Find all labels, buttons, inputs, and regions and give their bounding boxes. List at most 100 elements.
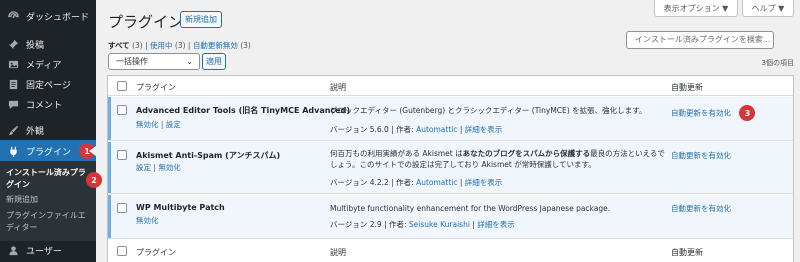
auto-update-cell: 自動更新を有効化 bbox=[671, 150, 731, 161]
menu-media[interactable]: メディア bbox=[0, 54, 96, 74]
plugin-actions: 無効化 bbox=[136, 215, 159, 226]
apply-label: 適用 bbox=[206, 57, 222, 66]
plugin-name: WP Multibyte Patch bbox=[136, 203, 225, 212]
view-details-link[interactable]: 詳細を表示 bbox=[477, 220, 515, 229]
menu-users[interactable]: ユーザー bbox=[0, 240, 96, 260]
menu-users-label: ユーザー bbox=[26, 246, 62, 257]
menu-posts-label: 投稿 bbox=[26, 40, 45, 51]
filter-auto-disabled-count: (3) bbox=[240, 41, 251, 50]
comment-icon bbox=[0, 99, 26, 110]
table-footer: プラグイン 説明 自動更新 bbox=[108, 240, 793, 262]
filter-active-count: (3) bbox=[174, 41, 186, 50]
row-checkbox[interactable] bbox=[117, 203, 127, 213]
meta-separator: | bbox=[459, 125, 463, 134]
filter-all-count: (3) bbox=[132, 41, 143, 50]
plugin-description: 何百万もの利用実績がある Akismet はあなたのブログをスパムから保護する最… bbox=[330, 148, 666, 170]
help-label: ヘルプ ▼ bbox=[751, 3, 785, 13]
view-details-link[interactable]: 詳細を表示 bbox=[465, 125, 503, 134]
plugin-icon bbox=[0, 146, 26, 157]
main-content: 表示オプション ▼ ヘルプ ▼ プラグイン 新規追加 すべて (3) | 使用中… bbox=[96, 0, 800, 262]
menu-plugins-label: プラグイン bbox=[26, 147, 72, 158]
submenu-add-new[interactable]: 新規追加 bbox=[6, 194, 92, 206]
author-link[interactable]: Automattic bbox=[416, 178, 457, 187]
submenu-add-new-label: 新規追加 bbox=[6, 195, 38, 204]
col-description: 説明 bbox=[330, 248, 346, 257]
item-count: 3個の項目 bbox=[761, 59, 794, 67]
add-new-plugin-button[interactable]: 新規追加 bbox=[180, 11, 222, 28]
help-button[interactable]: ヘルプ ▼ bbox=[742, 0, 794, 17]
apply-button[interactable]: 適用 bbox=[202, 53, 226, 70]
auto-update-cell: 自動更新を有効化 bbox=[671, 203, 731, 214]
filter-all[interactable]: すべて bbox=[108, 41, 130, 50]
plugins-submenu: インストール済みプラグイン 2 新規追加 プラグインファイルエディター bbox=[0, 161, 102, 241]
dashboard-icon bbox=[0, 10, 26, 22]
page-title: プラグイン bbox=[108, 13, 184, 31]
plugin-meta: バージョン 4.2.2 | 作者: Automattic | 詳細を表示 bbox=[330, 177, 502, 188]
media-icon bbox=[0, 59, 26, 70]
row-checkbox[interactable] bbox=[117, 105, 127, 115]
bulk-action-select[interactable]: 一括操作 ⌄ bbox=[108, 53, 200, 70]
settings-link[interactable]: 設定 bbox=[136, 163, 151, 172]
plugin-name: Akismet Anti-Spam (アンチスパム) bbox=[136, 151, 281, 160]
col-plugin: プラグイン bbox=[136, 83, 176, 92]
menu-plugins[interactable]: プラグイン 1 bbox=[0, 140, 96, 162]
menu-posts[interactable]: 投稿 bbox=[0, 34, 96, 54]
chevron-down-icon: ⌄ bbox=[186, 57, 193, 66]
author-label: 作者: bbox=[396, 125, 414, 134]
plugin-version: バージョン 2.9 bbox=[330, 220, 382, 229]
filter-separator: | bbox=[187, 41, 191, 50]
add-new-label: 新規追加 bbox=[185, 15, 217, 24]
deactivate-link[interactable]: 無効化 bbox=[158, 163, 181, 172]
filter-active[interactable]: 使用中 bbox=[150, 41, 173, 50]
menu-media-label: メディア bbox=[26, 60, 62, 71]
plugins-step-badge: 1 bbox=[79, 143, 96, 159]
screen-options-label: 表示オプション ▼ bbox=[663, 3, 729, 13]
view-details-link[interactable]: 詳細を表示 bbox=[465, 178, 503, 187]
table-row: Advanced Editor Tools (旧名 TinyMCE Advanc… bbox=[108, 97, 793, 141]
filter-auto-updates-disabled[interactable]: 自動更新無効 bbox=[193, 41, 238, 50]
plugin-description: ブロックエディター (Gutenberg) とクラシックエディター (TinyM… bbox=[330, 106, 647, 115]
brush-icon bbox=[0, 125, 26, 136]
menu-comments[interactable]: コメント bbox=[0, 94, 96, 114]
menu-dashboard-label: ダッシュボード bbox=[26, 12, 90, 23]
select-all-checkbox[interactable] bbox=[117, 246, 127, 256]
enable-auto-update-link[interactable]: 自動更新を有効化 bbox=[671, 151, 731, 160]
enable-auto-update-link[interactable]: 自動更新を有効化 bbox=[671, 109, 731, 118]
plugin-version: バージョン 4.2.2 bbox=[330, 178, 389, 187]
enable-auto-update-link[interactable]: 自動更新を有効化 bbox=[671, 204, 731, 213]
author-link[interactable]: Automattic bbox=[416, 125, 457, 134]
plugin-description: Multibyte functionality enhancement for … bbox=[330, 204, 611, 213]
menu-appearance[interactable]: 外観 bbox=[0, 120, 96, 140]
menu-pages-label: 固定ページ bbox=[26, 80, 71, 91]
action-separator: | bbox=[160, 120, 164, 129]
submenu-editor-label: プラグインファイルエディター bbox=[6, 211, 86, 232]
meta-separator: | bbox=[391, 125, 394, 134]
plugin-actions: 設定 | 無効化 bbox=[136, 162, 181, 173]
plugin-status-filters: すべて (3) | 使用中 (3) | 自動更新無効 (3) bbox=[108, 40, 251, 51]
menu-dashboard[interactable]: ダッシュボード bbox=[0, 6, 96, 26]
search-placeholder: インストール済みプラグインを検索... bbox=[635, 35, 771, 44]
row-checkbox[interactable] bbox=[117, 150, 127, 160]
auto-update-cell: 自動更新を有効化 3 bbox=[671, 105, 756, 121]
plugin-search-input[interactable]: インストール済みプラグインを検索... bbox=[626, 31, 774, 49]
submenu-installed-plugins[interactable]: インストール済みプラグイン bbox=[6, 167, 92, 191]
select-all-checkbox[interactable] bbox=[117, 81, 127, 91]
author-link[interactable]: Seisuke Kuraishi bbox=[409, 220, 470, 229]
table-row: WP Multibyte Patch 無効化 Multibyte functio… bbox=[108, 195, 793, 239]
author-label: 作者: bbox=[396, 178, 414, 187]
meta-separator: | bbox=[472, 220, 475, 229]
deactivate-link[interactable]: 無効化 bbox=[136, 120, 159, 129]
plugin-actions: 無効化 | 設定 bbox=[136, 119, 181, 130]
plugin-meta: バージョン 2.9 | 作者: Seisuke Kuraishi | 詳細を表示 bbox=[330, 219, 515, 230]
col-plugin: プラグイン bbox=[136, 248, 176, 257]
user-icon bbox=[0, 245, 26, 256]
submenu-plugin-editor[interactable]: プラグインファイルエディター bbox=[6, 210, 92, 234]
admin-sidebar: ダッシュボード 投稿 メディア 固定ページ コメント 外観 プラグイン 1 イン… bbox=[0, 0, 102, 262]
settings-link[interactable]: 設定 bbox=[166, 120, 181, 129]
screen-options-button[interactable]: 表示オプション ▼ bbox=[654, 0, 738, 17]
pin-icon bbox=[0, 39, 26, 50]
plugin-meta: バージョン 5.6.0 | 作者: Automattic | 詳細を表示 bbox=[330, 124, 502, 135]
menu-pages[interactable]: 固定ページ bbox=[0, 74, 96, 94]
deactivate-link[interactable]: 無効化 bbox=[136, 216, 159, 225]
page-icon bbox=[0, 79, 26, 90]
